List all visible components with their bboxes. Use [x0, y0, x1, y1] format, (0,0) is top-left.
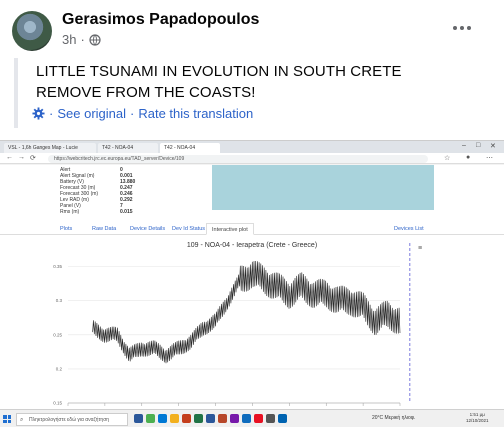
chrome-icon[interactable] — [146, 414, 155, 423]
excel-icon[interactable] — [194, 414, 203, 423]
y-tick-label: 0.2 — [56, 366, 63, 371]
search-icon: ⌕ — [20, 417, 24, 423]
taskbar: ⌕ Πληκτρολογήστε εδώ για αναζήτηση 20°C … — [0, 409, 504, 427]
post-text-line2: REMOVE FROM THE COASTS! — [36, 84, 256, 101]
sea-level-chart[interactable]: 0.350.30.250.20.1509:0012:0015:0018:0021… — [0, 189, 504, 427]
author-name[interactable]: Gerasimos Papadopoulos — [62, 11, 259, 29]
y-tick-label: 0.35 — [53, 264, 62, 269]
gear-icon — [32, 107, 45, 120]
dot-icon — [460, 26, 464, 30]
y-tick-label: 0.25 — [53, 332, 62, 337]
task-view-icon[interactable] — [134, 414, 143, 423]
browser-tab-bar: VSL - 1,6h Ganges Map - Lucie T42 - NOA-… — [0, 141, 504, 153]
translation-dot: · — [49, 106, 54, 121]
browser-tab-active[interactable]: T42 - NOA-04 — [160, 143, 220, 153]
app-icon[interactable] — [266, 414, 275, 423]
outlook-icon[interactable] — [242, 414, 251, 423]
more-options-button[interactable] — [450, 18, 474, 38]
menu-icon[interactable]: ⋯ — [486, 154, 493, 162]
address-bar: ← → ⟳ https://webcritech.jrc.ec.europa.e… — [0, 153, 504, 164]
y-tick-label: 0.15 — [53, 401, 62, 406]
taskbar-search-placeholder: Πληκτρολογήστε εδώ για αναζήτηση — [29, 417, 110, 423]
device-page: Alert 0 Alert Signal (m) 0.001 Battery (V) 13… — [0, 165, 504, 427]
post-time[interactable]: 3h — [62, 32, 76, 47]
edge-icon[interactable] — [158, 414, 167, 423]
meta-separator: · — [80, 32, 85, 47]
clock[interactable]: 1:51 μμ 12/10/2021 — [466, 412, 489, 424]
app-icon[interactable] — [230, 414, 239, 423]
windows-start-icon[interactable] — [3, 415, 11, 423]
app-icon[interactable] — [278, 414, 287, 423]
folder-icon[interactable] — [170, 414, 179, 423]
maximize-icon[interactable]: □ — [476, 142, 480, 149]
word-icon[interactable] — [206, 414, 215, 423]
post-text-line1: LITTLE TSUNAMI IN EVOLUTION IN SOUTH CRE… — [36, 63, 402, 80]
avatar[interactable] — [12, 11, 52, 51]
post-meta: 3h · — [62, 32, 101, 47]
star-icon[interactable]: ☆ — [444, 154, 450, 162]
embedded-screenshot[interactable]: VSL - 1,6h Ganges Map - Lucie T42 - NOA-… — [0, 140, 504, 427]
dot-icon — [453, 26, 457, 30]
browser-tab[interactable]: T42 - NOA-04 — [98, 143, 158, 153]
refresh-icon[interactable]: ⟳ — [30, 154, 36, 162]
clock-time: 1:51 μμ — [469, 412, 485, 417]
clock-date: 12/10/2021 — [466, 418, 489, 423]
weather-widget[interactable]: 20°C Μερική ηλιοφ. — [372, 415, 415, 421]
globe-icon — [89, 33, 101, 46]
app-icon[interactable] — [254, 414, 263, 423]
browser-tab[interactable]: VSL - 1,6h Ganges Map - Lucie — [4, 143, 96, 153]
post-header: Gerasimos Papadopoulos 3h · — [0, 0, 504, 56]
forward-icon[interactable]: → — [18, 154, 25, 161]
translation-dot: · — [130, 106, 135, 121]
minimize-icon[interactable]: – — [462, 142, 466, 149]
translation-bar: · See original · Rate this translation — [32, 106, 253, 121]
series-line — [92, 260, 401, 364]
rate-translation-link[interactable]: Rate this translation — [138, 106, 253, 121]
powerpoint-icon[interactable] — [218, 414, 227, 423]
close-icon[interactable]: ✕ — [490, 142, 496, 150]
back-icon[interactable]: ← — [6, 154, 13, 161]
app-icon[interactable] — [182, 414, 191, 423]
see-original-link[interactable]: See original — [57, 106, 126, 121]
profile-icon[interactable]: ● — [466, 154, 470, 161]
y-tick-label: 0.3 — [56, 298, 63, 303]
dot-icon — [467, 26, 471, 30]
url-field[interactable]: https://webcritech.jrc.ec.europa.eu/TAD_… — [48, 155, 428, 163]
taskbar-search-input[interactable]: ⌕ Πληκτρολογήστε εδώ για αναζήτηση — [16, 413, 128, 426]
